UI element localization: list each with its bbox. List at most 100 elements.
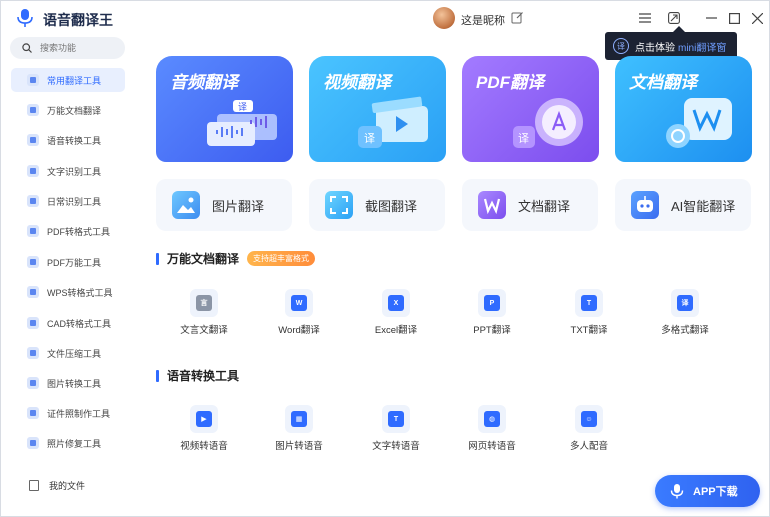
- scan-icon: [27, 195, 39, 207]
- edit-icon[interactable]: [511, 11, 524, 24]
- app-window: 语音翻译王 这是昵称 译 点击体验 mini翻译窗 搜索功能 常用翻译工具 万能…: [0, 0, 770, 517]
- app-title: 语音翻译王: [43, 12, 113, 28]
- multi-format-icon: 译: [671, 289, 699, 317]
- tool-label: Word翻译: [278, 325, 320, 336]
- word-icon: W: [285, 289, 313, 317]
- svg-text:译: 译: [364, 132, 375, 145]
- sidebar-item-label: 万能文档翻译: [47, 105, 102, 116]
- tool-label: PPT翻译: [473, 325, 511, 336]
- file-icon: [29, 480, 39, 491]
- maximize-icon[interactable]: [726, 10, 742, 26]
- sidebar-item-label: 语音转换工具: [47, 135, 102, 146]
- word-translate-tool[interactable]: W Word翻译: [264, 289, 334, 345]
- text-speech-icon: T: [382, 405, 410, 433]
- tool-label: 视频转语音: [180, 441, 228, 452]
- voice-icon: [27, 134, 39, 146]
- sidebar-item-voice-convert[interactable]: 语音转换工具: [11, 128, 125, 152]
- document-translate-card[interactable]: 文档翻译: [462, 179, 598, 231]
- audio-translate-card[interactable]: 音频翻译 译: [156, 56, 293, 162]
- photo-repair-icon: [27, 437, 39, 449]
- tool-label: 文言文翻译: [180, 325, 228, 336]
- excel-translate-tool[interactable]: X Excel翻译: [361, 289, 431, 345]
- sidebar-item-pdf-convert[interactable]: PDF转格式工具: [11, 219, 125, 243]
- video-translate-card[interactable]: 视频翻译 译: [309, 56, 446, 162]
- search-input[interactable]: [40, 43, 120, 53]
- close-icon[interactable]: [749, 10, 765, 26]
- sidebar-item-label: 常用翻译工具: [47, 75, 102, 86]
- image-translate-card[interactable]: 图片翻译: [156, 179, 292, 231]
- card-label: 截图翻译: [365, 198, 418, 214]
- wps-icon: [27, 286, 39, 298]
- sidebar-item-daily-recognition[interactable]: 日常识别工具: [11, 189, 125, 213]
- sidebar-item-photo-repair[interactable]: 照片修复工具: [11, 431, 125, 455]
- sidebar-item-cad-convert[interactable]: CAD转格式工具: [11, 311, 125, 335]
- sidebar-item-wps-convert[interactable]: WPS转格式工具: [11, 280, 125, 304]
- sidebar-item-label: WPS转格式工具: [47, 287, 113, 298]
- screenshot-translate-card[interactable]: 截图翻译: [309, 179, 445, 231]
- sidebar-item-doc-translate[interactable]: 万能文档翻译: [11, 98, 125, 122]
- audio-wave-icon: 译: [207, 100, 277, 146]
- people-icon: ☺: [575, 405, 603, 433]
- txt-icon: T: [575, 289, 603, 317]
- tooltip-link[interactable]: mini翻译窗: [678, 39, 726, 54]
- ppt-icon: P: [478, 289, 506, 317]
- multi-voice-dubbing-tool[interactable]: ☺ 多人配音: [554, 405, 624, 461]
- sidebar-item-label: 图片转换工具: [47, 378, 102, 389]
- excel-icon: X: [382, 289, 410, 317]
- sidebar-item-id-photo[interactable]: 证件照制作工具: [11, 401, 125, 425]
- text-to-speech-tool[interactable]: T 文字转语音: [361, 405, 431, 461]
- sidebar-item-label: PDF转格式工具: [47, 226, 111, 237]
- card-title: 音频翻译: [170, 73, 238, 92]
- sidebar-item-label: 证件照制作工具: [47, 408, 111, 419]
- svg-text:译: 译: [518, 132, 529, 145]
- sidebar-item-common-translate[interactable]: 常用翻译工具: [11, 68, 125, 92]
- sidebar-item-label: 日常识别工具: [47, 196, 102, 207]
- video-to-speech-tool[interactable]: ▶ 视频转语音: [169, 405, 239, 461]
- sidebar-item-label: 文字识别工具: [47, 166, 102, 177]
- sidebar-item-text-ocr[interactable]: 文字识别工具: [11, 159, 125, 183]
- card-title: PDF翻译: [476, 73, 544, 92]
- sidebar-item-label: PDF万能工具: [47, 257, 102, 268]
- app-download-label: APP下载: [693, 486, 738, 498]
- doc-translate-card[interactable]: 文档翻译: [615, 56, 752, 162]
- screenshot-icon: [325, 191, 353, 219]
- pdf-translate-card[interactable]: PDF翻译 译: [462, 56, 599, 162]
- document-icon: [27, 104, 39, 116]
- multi-format-translate-tool[interactable]: 译 多格式翻译: [650, 289, 720, 345]
- mini-window-icon[interactable]: [666, 10, 682, 26]
- menu-icon[interactable]: [637, 10, 653, 26]
- sidebar-item-pdf-tools[interactable]: PDF万能工具: [11, 250, 125, 274]
- tool-label: 网页转语音: [468, 441, 516, 452]
- ppt-translate-tool[interactable]: P PPT翻译: [457, 289, 527, 345]
- sidebar-item-image-convert[interactable]: 图片转换工具: [11, 371, 125, 395]
- minimize-icon[interactable]: [703, 10, 719, 26]
- card-label: AI智能翻译: [671, 198, 736, 214]
- sidebar-item-file-compress[interactable]: 文件压缩工具: [11, 341, 125, 365]
- card-label: 图片翻译: [212, 198, 265, 214]
- image-speech-icon: ▦: [285, 405, 313, 433]
- app-download-button[interactable]: APP下载: [655, 475, 760, 507]
- image-to-speech-tool[interactable]: ▦ 图片转语音: [264, 405, 334, 461]
- compress-icon: [27, 347, 39, 359]
- section-accent-bar: [156, 369, 159, 382]
- video-play-icon: 译: [358, 96, 428, 148]
- image-icon: [27, 377, 39, 389]
- my-files-link[interactable]: 我的文件: [29, 479, 85, 492]
- card-label: 文档翻译: [518, 198, 571, 214]
- webpage-to-speech-tool[interactable]: ◍ 网页转语音: [457, 405, 527, 461]
- avatar[interactable]: [433, 7, 455, 29]
- voice-section-header: 语音转换工具: [156, 367, 239, 384]
- ai-translate-card[interactable]: AI智能翻译: [615, 179, 751, 231]
- translate-tool-icon: [27, 74, 39, 86]
- classical-text-icon: 言: [190, 289, 218, 317]
- my-files-label: 我的文件: [49, 481, 86, 491]
- card-title: 视频翻译: [323, 73, 391, 92]
- image-icon: [172, 191, 200, 219]
- sidebar-item-label: 照片修复工具: [47, 438, 102, 449]
- title-bar: 语音翻译王 这是昵称: [1, 1, 770, 35]
- user-nickname[interactable]: 这是昵称: [461, 12, 505, 28]
- app-logo-icon: [17, 9, 33, 27]
- classical-chinese-translate-tool[interactable]: 言 文言文翻译: [169, 289, 239, 345]
- search-box[interactable]: [10, 37, 125, 59]
- txt-translate-tool[interactable]: T TXT翻译: [554, 289, 624, 345]
